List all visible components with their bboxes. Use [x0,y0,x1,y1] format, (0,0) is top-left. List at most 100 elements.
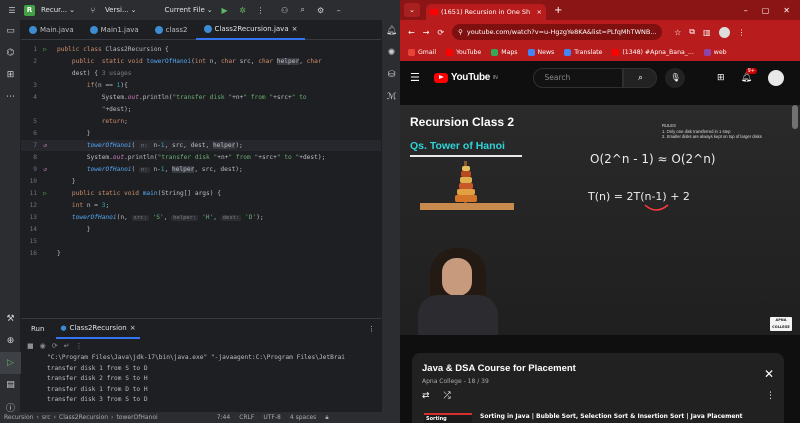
code-line[interactable]: 1 ▷ public class Class2Recursion { [21,44,381,55]
playlist-title[interactable]: Java & DSA Course for Placement [422,363,576,374]
code-line[interactable]: 3 if(n == 1){ [21,80,381,91]
more-icon[interactable]: ⋮ [368,325,375,333]
account-avatar[interactable] [768,69,784,86]
close-tab-icon[interactable]: × [292,25,298,33]
project-switcher[interactable]: Recur... ⌄ [41,6,75,14]
code-line[interactable]: 15 [21,236,381,247]
bookmark-star-icon[interactable]: ☆ [674,28,681,37]
indent-setting[interactable]: 4 spaces [290,414,316,421]
minimize-icon[interactable]: – [744,6,748,15]
more-icon[interactable]: ⋮ [766,391,775,401]
code-line[interactable]: 13 towerOfHanoi(n, src: 'S', helper: 'H'… [21,212,381,223]
reload-icon[interactable]: ⟳ [437,28,444,37]
console-output[interactable]: "C:\Program Files\Java\jdk-17\bin\java.e… [21,353,381,406]
close-icon[interactable]: × [130,324,136,332]
gradle-icon[interactable]: ℳ [382,86,401,108]
bookmark-item[interactable]: News [527,49,554,56]
editor-tab[interactable]: Main1.java [82,20,147,40]
close-icon[interactable]: × [537,8,542,16]
shuffle-icon[interactable]: ⤮ [444,391,451,401]
bookmark-item[interactable]: YouTube [446,49,481,56]
breadcrumb-src[interactable]: src [42,414,51,421]
bookmark-item[interactable]: web [703,49,727,56]
code-line[interactable]: 14 } [21,224,381,235]
more-icon[interactable]: ⋮ [738,28,746,37]
run-gutter-icon[interactable]: ▷ [39,44,51,55]
url-bar[interactable]: ⚲ youtube.com/watch?v=u-HgzgYe8KA&list=P… [452,24,663,40]
main-menu-icon[interactable]: ☰ [6,4,18,16]
tab-search-icon[interactable]: ⌄ [404,3,420,17]
loop-icon[interactable]: ⇄ [422,391,430,401]
run-icon[interactable]: ▶ [219,4,231,16]
database-icon[interactable]: ⛁ [382,64,401,86]
code-line[interactable]: 2 public static void towerOfHanoi(int n,… [21,56,381,67]
maximize-icon[interactable]: ▢ [762,6,770,15]
code-line[interactable]: dest) { 3 usages [21,68,381,79]
profile-avatar[interactable] [718,26,730,38]
code-line[interactable]: 10 } [21,176,381,187]
create-video-icon[interactable]: ⊞ [717,73,725,83]
code-line[interactable]: 9 ↺ towerOfHanoi( n: n-1, helper, src, de… [21,164,381,175]
run-gutter-icon[interactable]: ▷ [39,188,51,199]
playlist-item[interactable]: Sorting Sorting in Java | Bubble Sort, S… [424,413,779,423]
code-line[interactable]: 12 int n = 3; [21,200,381,211]
code-line[interactable]: 7 ↺ towerOfHanoi( n: n-1, src, dest, help… [21,140,381,151]
collab-icon[interactable]: ⚇ [279,4,291,16]
code-line[interactable]: 16} [21,248,381,259]
bookmark-item[interactable]: Gmail [408,49,436,56]
code-line[interactable]: 11 ▷ public static void main(String[] arg… [21,188,381,199]
camera-icon[interactable]: ◉ [40,342,46,350]
code-line[interactable]: 8 System.out.println("transfer disk "+n+… [21,152,381,163]
caret-position[interactable]: 7:44 [217,414,230,421]
code-line[interactable]: 4 System.out.println("transfer disk "+n+… [21,92,381,103]
editor-tab[interactable]: Class2Recursion.java × [195,20,306,40]
wrap-icon[interactable]: ↵ [64,342,70,350]
notifications-button[interactable]: 🔔︎ 9+ [741,67,757,83]
rerun-icon[interactable]: ⟳ [52,342,58,350]
editor-tab[interactable]: Main.java [21,20,82,40]
bookmark-item[interactable]: (1348) #Apna_Bana_... [612,49,694,56]
breadcrumb-project[interactable]: Recursion [4,414,33,421]
terminal-icon[interactable]: ▤ [0,374,21,396]
forward-icon[interactable]: → [423,28,430,37]
vcs-switcher[interactable]: Versi... ⌄ [105,6,137,14]
page-scrollbar[interactable] [792,105,798,129]
breadcrumb-class[interactable]: Class2Recursion [59,414,108,421]
site-info-icon[interactable]: ⚲ [458,28,463,36]
bookmark-item[interactable]: Maps [491,49,518,56]
commit-icon[interactable]: ⌬ [0,42,21,64]
editor-tab[interactable]: class2 [147,20,196,40]
voice-search-button[interactable]: 🎙︎ [665,67,686,88]
search-icon[interactable]: ⌕ [297,4,309,16]
more-tools-icon[interactable]: ⋯ [0,86,21,108]
more-icon[interactable]: ⋮ [75,342,82,350]
close-window-icon[interactable]: ✕ [783,6,790,15]
stop-icon[interactable]: ■ [27,342,34,350]
debug-icon[interactable]: ✲ [237,4,249,16]
run-tool-icon[interactable]: ▷ [0,352,21,374]
run-config-tab[interactable]: ● Class2Recursion × [56,319,140,339]
breadcrumb-method[interactable]: towerOfHanoi [116,414,157,421]
sidepanel-icon[interactable]: ▥ [703,28,711,37]
search-input[interactable]: Search [533,67,624,88]
code-line[interactable]: 5 return; [21,116,381,127]
build-icon[interactable]: ⚒ [0,308,21,330]
extensions-icon[interactable]: ⧉ [689,27,695,37]
ai-assistant-icon[interactable]: ✺ [382,42,401,64]
settings-icon[interactable]: ⚙ [315,4,327,16]
notifications-icon[interactable]: 🔔︎ [382,20,401,42]
video-player[interactable]: Recursion Class 2 Qs. Tower of Hanoi RUL… [400,105,800,335]
code-editor[interactable]: 1 ▷ public class Class2Recursion {2 public… [21,40,381,318]
file-encoding[interactable]: UTF-8 [263,414,281,421]
close-playlist-icon[interactable]: ✕ [764,367,774,381]
folder-icon[interactable]: ▭ [0,20,21,42]
structure-icon[interactable]: ⊞ [0,64,21,86]
hamburger-menu-icon[interactable]: ☰ [410,71,420,84]
line-separator[interactable]: CRLF [239,414,254,421]
code-line[interactable]: "+dest); [21,104,381,115]
bookmark-item[interactable]: Translate [564,49,602,56]
minimize-icon[interactable]: – [333,4,345,16]
new-tab-icon[interactable]: + [554,5,562,16]
browser-tab-youtube[interactable]: (1651) Recursion in One Sh × [426,4,546,20]
run-tab[interactable]: Run [27,319,48,339]
